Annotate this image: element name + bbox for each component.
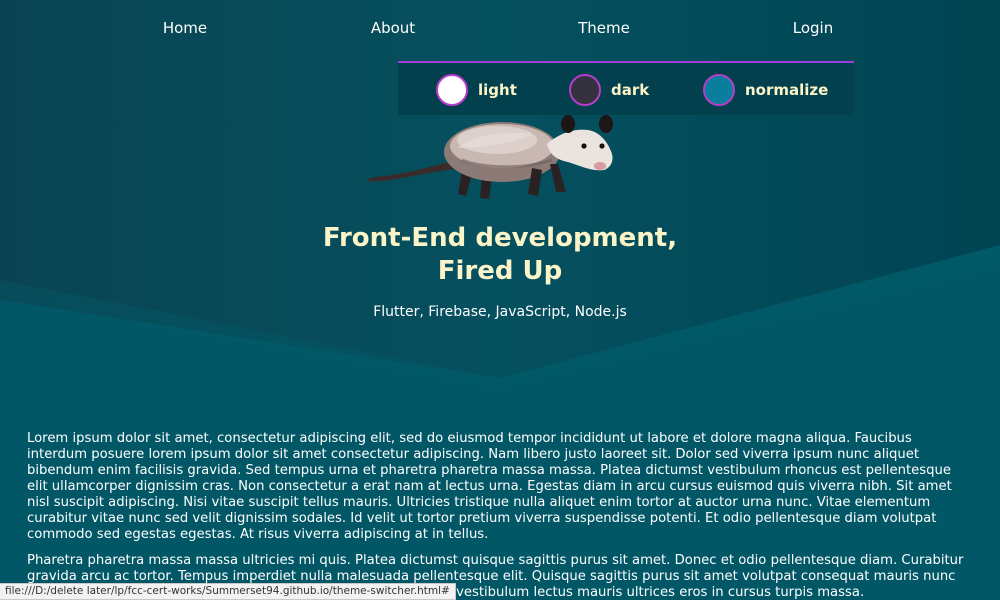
nav-theme-link[interactable]: Theme	[578, 19, 630, 37]
page-title-line2: Fired Up	[437, 256, 563, 286]
content-paragraph: Lorem ipsum dolor sit amet, consectetur …	[27, 431, 952, 542]
theme-option-normalize[interactable]: normalize	[703, 74, 828, 106]
theme-option-normalize-label[interactable]: normalize	[745, 81, 828, 99]
dark-swatch-icon[interactable]	[569, 74, 601, 106]
opossum-image	[366, 115, 613, 199]
normalize-swatch-icon[interactable]	[703, 74, 735, 106]
main-content: Lorem ipsum dolor sit amet, consectetur …	[27, 431, 972, 600]
theme-option-dark[interactable]: dark	[569, 74, 649, 106]
browser-status-bar: file:///D:/delete later/lp/fcc-cert-work…	[0, 583, 456, 600]
theme-option-dark-label[interactable]: dark	[611, 81, 649, 99]
nav-home-link[interactable]: Home	[163, 19, 207, 37]
nav-login-link[interactable]: Login	[793, 19, 833, 37]
nav-about-link[interactable]: About	[371, 19, 415, 37]
top-navigation: Home About Theme Login	[0, 0, 1000, 56]
light-swatch-icon[interactable]	[436, 74, 468, 106]
page-title: Front-End development, Fired Up	[0, 222, 1000, 288]
page-title-line1: Front-End development,	[322, 223, 678, 253]
theme-option-light[interactable]: light	[436, 74, 517, 106]
page-subtitle: Flutter, Firebase, JavaScript, Node.js	[373, 304, 627, 320]
theme-switcher-panel: light dark normalize	[398, 61, 854, 115]
theme-option-light-label[interactable]: light	[478, 81, 517, 99]
